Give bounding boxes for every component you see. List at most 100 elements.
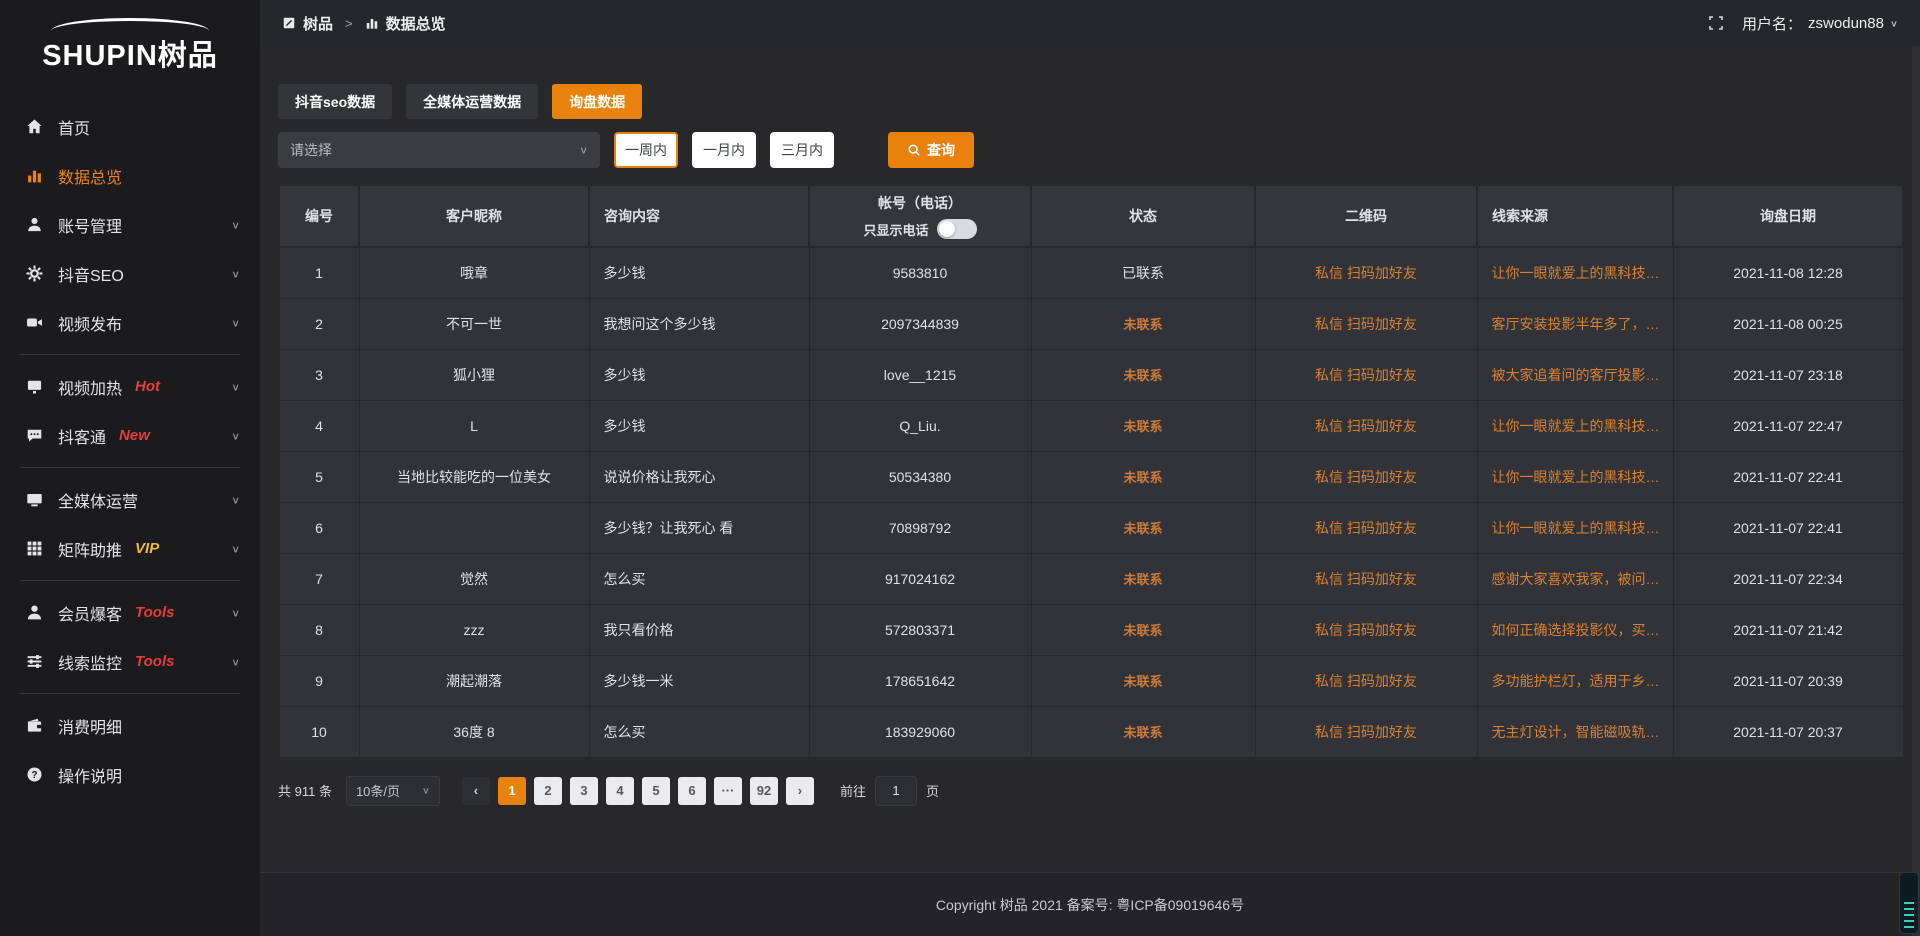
- page-size-select[interactable]: 10条/页 ∨: [346, 776, 440, 806]
- cell-account: 178651642: [809, 655, 1031, 706]
- source-link[interactable]: 如何正确选择投影仪，买投影...: [1492, 620, 1663, 640]
- cell-status: 未联系: [1031, 451, 1255, 502]
- breadcrumb: 树品 > 数据总览: [282, 13, 446, 34]
- source-link[interactable]: 多功能护栏灯，适用于乡村文...: [1492, 671, 1663, 691]
- qr-links[interactable]: 私信 扫码加好友: [1315, 520, 1417, 536]
- table-row: 9 潮起潮落 多少钱一米 178651642 未联系 私信 扫码加好友 多功能护…: [279, 655, 1903, 706]
- cell-date: 2021-11-07 22:41: [1673, 502, 1903, 553]
- cell-account: 917024162: [809, 553, 1031, 604]
- phone-only-toggle[interactable]: [937, 219, 977, 239]
- search-button[interactable]: 查询: [888, 132, 974, 168]
- page-button[interactable]: 5: [642, 777, 670, 805]
- cell-account: 2097344839: [809, 298, 1031, 349]
- menu-icon: [26, 167, 43, 184]
- table-row: 6 多少钱？让我死心 看 70898792 未联系 私信 扫码加好友 让你一眼就…: [279, 502, 1903, 553]
- sidebar-item[interactable]: 全媒体运营 ∨: [0, 475, 260, 524]
- source-link[interactable]: 让你一眼就爱上的黑科技，能...: [1492, 263, 1663, 283]
- col-account: 帐号（电话） 只显示电话: [809, 185, 1031, 247]
- account-select[interactable]: 请选择 ∨: [278, 132, 600, 168]
- page-button[interactable]: 6: [678, 777, 706, 805]
- sidebar-item[interactable]: 数据总览 ∨: [0, 151, 260, 200]
- goto-label: 前往: [840, 781, 866, 800]
- sidebar-item[interactable]: 会员爆客 Tools ∨: [0, 588, 260, 637]
- content: 抖音seo数据 全媒体运营数据 询盘数据 请选择 ∨ 一周内 一月内 三月内: [260, 84, 1920, 806]
- range-button[interactable]: 三月内: [770, 132, 834, 168]
- page-button[interactable]: 1: [498, 777, 526, 805]
- cell-content: 多少钱: [589, 247, 809, 298]
- menu-icon: [26, 604, 43, 621]
- page-button[interactable]: ···: [714, 777, 742, 805]
- qr-links[interactable]: 私信 扫码加好友: [1315, 622, 1417, 638]
- scrollbar-track[interactable]: [1912, 46, 1920, 936]
- total-count: 共 911 条: [278, 781, 332, 800]
- cell-source: 无主灯设计，智能磁吸轨道灯...: [1477, 706, 1673, 757]
- qr-links[interactable]: 私信 扫码加好友: [1315, 571, 1417, 587]
- cell-nickname: 不可一世: [359, 298, 589, 349]
- tab[interactable]: 抖音seo数据: [278, 84, 392, 119]
- qr-links[interactable]: 私信 扫码加好友: [1315, 418, 1417, 434]
- qr-links[interactable]: 私信 扫码加好友: [1315, 724, 1417, 740]
- sidebar-item[interactable]: 视频加热 Hot ∨: [0, 362, 260, 411]
- sidebar-item[interactable]: 线索监控 Tools ∨: [0, 637, 260, 686]
- qr-links[interactable]: 私信 扫码加好友: [1315, 469, 1417, 485]
- next-page-button[interactable]: ›: [786, 777, 814, 805]
- range-button[interactable]: 一月内: [692, 132, 756, 168]
- tab[interactable]: 询盘数据: [552, 84, 642, 119]
- source-link[interactable]: 让你一眼就爱上的黑科技，能...: [1492, 467, 1663, 487]
- sidebar-item[interactable]: 账号管理 ∨: [0, 200, 260, 249]
- cell-id: 7: [279, 553, 359, 604]
- sidebar-item[interactable]: 抖音SEO ∨: [0, 249, 260, 298]
- page-button[interactable]: 4: [606, 777, 634, 805]
- goto-page-input[interactable]: [875, 776, 917, 806]
- tab[interactable]: 全媒体运营数据: [406, 84, 538, 119]
- cell-status: 已联系: [1031, 247, 1255, 298]
- menu-icon: [26, 766, 43, 783]
- page-button[interactable]: 92: [750, 777, 778, 805]
- range-buttons: 一周内 一月内 三月内: [614, 132, 834, 168]
- status-badge: 未联系: [1123, 470, 1162, 485]
- floating-widget[interactable]: [1899, 872, 1919, 934]
- cell-nickname: [359, 502, 589, 553]
- cell-source: 让你一眼就爱上的黑科技，能...: [1477, 451, 1673, 502]
- fullscreen-icon[interactable]: [1708, 15, 1724, 31]
- chevron-down-icon: ∨: [231, 494, 240, 506]
- menu-icon: [26, 378, 43, 395]
- qr-links[interactable]: 私信 扫码加好友: [1315, 265, 1417, 281]
- qr-links[interactable]: 私信 扫码加好友: [1315, 367, 1417, 383]
- qr-links[interactable]: 私信 扫码加好友: [1315, 673, 1417, 689]
- sidebar: SHUPIN树品 首页 ∨ 数据总览 ∨ 账号管理 ∨: [0, 0, 260, 936]
- breadcrumb-home[interactable]: 树品: [303, 13, 333, 34]
- sidebar-item[interactable]: 矩阵助推 VIP ∨: [0, 524, 260, 573]
- table-row: 3 狐小狸 多少钱 love__1215 未联系 私信 扫码加好友 被大家追着问…: [279, 349, 1903, 400]
- range-button[interactable]: 一周内: [614, 132, 678, 168]
- sidebar-item[interactable]: 消费明细 ∨: [0, 701, 260, 750]
- source-link[interactable]: 感谢大家喜欢我家，被问了好...: [1492, 569, 1663, 589]
- source-link[interactable]: 客厅安装投影半年多了，真实...: [1492, 314, 1663, 334]
- cell-date: 2021-11-07 21:42: [1673, 604, 1903, 655]
- table-row: 5 当地比较能吃的一位美女 说说价格让我死心 50534380 未联系 私信 扫…: [279, 451, 1903, 502]
- sidebar-item[interactable]: 抖客通 New ∨: [0, 411, 260, 460]
- prev-page-button[interactable]: ‹: [462, 777, 490, 805]
- user-menu[interactable]: 用户名：zswodun88 ∨: [1742, 13, 1898, 34]
- logo[interactable]: SHUPIN树品: [0, 0, 260, 92]
- page-button[interactable]: 3: [570, 777, 598, 805]
- logo-text: SHUPIN树品: [42, 32, 218, 74]
- source-link[interactable]: 被大家追着问的客厅投影分享...: [1492, 365, 1663, 385]
- cell-date: 2021-11-07 23:18: [1673, 349, 1903, 400]
- sidebar-item[interactable]: 视频发布 ∨: [0, 298, 260, 347]
- status-badge: 未联系: [1123, 317, 1162, 332]
- page-buttons: 1 2 3 4 5 6 ··· 92: [498, 777, 778, 805]
- qr-links[interactable]: 私信 扫码加好友: [1315, 316, 1417, 332]
- source-link[interactable]: 让你一眼就爱上的黑科技，能...: [1492, 416, 1663, 436]
- sidebar-item-label: 抖客通: [58, 424, 106, 448]
- menu-icon: [26, 653, 43, 670]
- cell-id: 8: [279, 604, 359, 655]
- sidebar-item[interactable]: 首页 ∨: [0, 102, 260, 151]
- status-badge: 未联系: [1123, 521, 1162, 536]
- sidebar-item-label: 账号管理: [58, 213, 122, 237]
- search-icon: [907, 143, 921, 157]
- page-button[interactable]: 2: [534, 777, 562, 805]
- source-link[interactable]: 无主灯设计，智能磁吸轨道灯...: [1492, 722, 1663, 742]
- sidebar-item[interactable]: 操作说明 ∨: [0, 750, 260, 799]
- source-link[interactable]: 让你一眼就爱上的黑科技，能...: [1492, 518, 1663, 538]
